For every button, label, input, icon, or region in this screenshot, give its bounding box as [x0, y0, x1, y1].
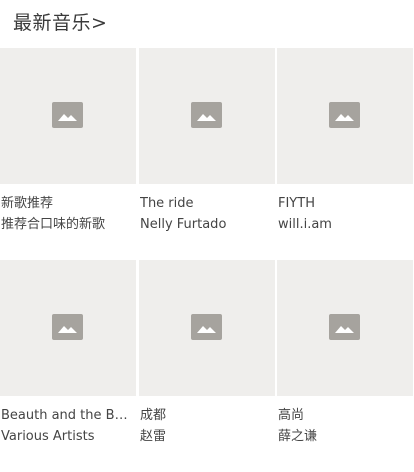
- song-card[interactable]: Beauth and the Beast Various Artists: [0, 260, 136, 472]
- song-artist: 赵雷: [140, 429, 167, 444]
- album-cover: [139, 260, 275, 396]
- song-artist: will.i.am: [278, 217, 332, 232]
- song-card[interactable]: 成都 赵雷: [139, 260, 275, 472]
- song-grid-row: Beauth and the Beast Various Artists 成都 …: [0, 260, 414, 472]
- album-cover: [277, 48, 413, 184]
- song-card[interactable]: The ride Nelly Furtado: [139, 48, 275, 260]
- song-artist: Nelly Furtado: [140, 217, 227, 232]
- song-artist: 推荐合口味的新歌: [1, 217, 106, 232]
- song-card[interactable]: 新歌推荐 推荐合口味的新歌: [0, 48, 136, 260]
- album-cover: [277, 260, 413, 396]
- song-grid-row: 新歌推荐 推荐合口味的新歌 The ride Nelly Furtado FIY…: [0, 48, 414, 260]
- song-title: 新歌推荐: [1, 196, 54, 211]
- song-card[interactable]: FIYTH will.i.am: [277, 48, 413, 260]
- song-title: The ride: [140, 196, 194, 211]
- image-placeholder-icon: [329, 314, 360, 340]
- image-placeholder-icon: [191, 314, 222, 340]
- album-cover: [0, 48, 136, 184]
- image-placeholder-icon: [191, 102, 222, 128]
- song-title: 成都: [140, 408, 167, 423]
- album-cover: [0, 260, 136, 396]
- image-placeholder-icon: [329, 102, 360, 128]
- image-placeholder-icon: [52, 314, 83, 340]
- song-title: Beauth and the Beast: [1, 408, 135, 423]
- song-title: 高尚: [278, 408, 305, 423]
- song-artist: 薛之谦: [278, 429, 318, 444]
- album-cover: [139, 48, 275, 184]
- song-card[interactable]: 高尚 薛之谦: [277, 260, 413, 472]
- latest-music-header[interactable]: 最新音乐>: [13, 8, 107, 38]
- music-screen: 最新音乐> 新歌推荐 推荐合口味的新歌 The ride Nelly Furta…: [0, 0, 414, 472]
- song-title: FIYTH: [278, 196, 315, 211]
- song-artist: Various Artists: [1, 429, 95, 444]
- image-placeholder-icon: [52, 102, 83, 128]
